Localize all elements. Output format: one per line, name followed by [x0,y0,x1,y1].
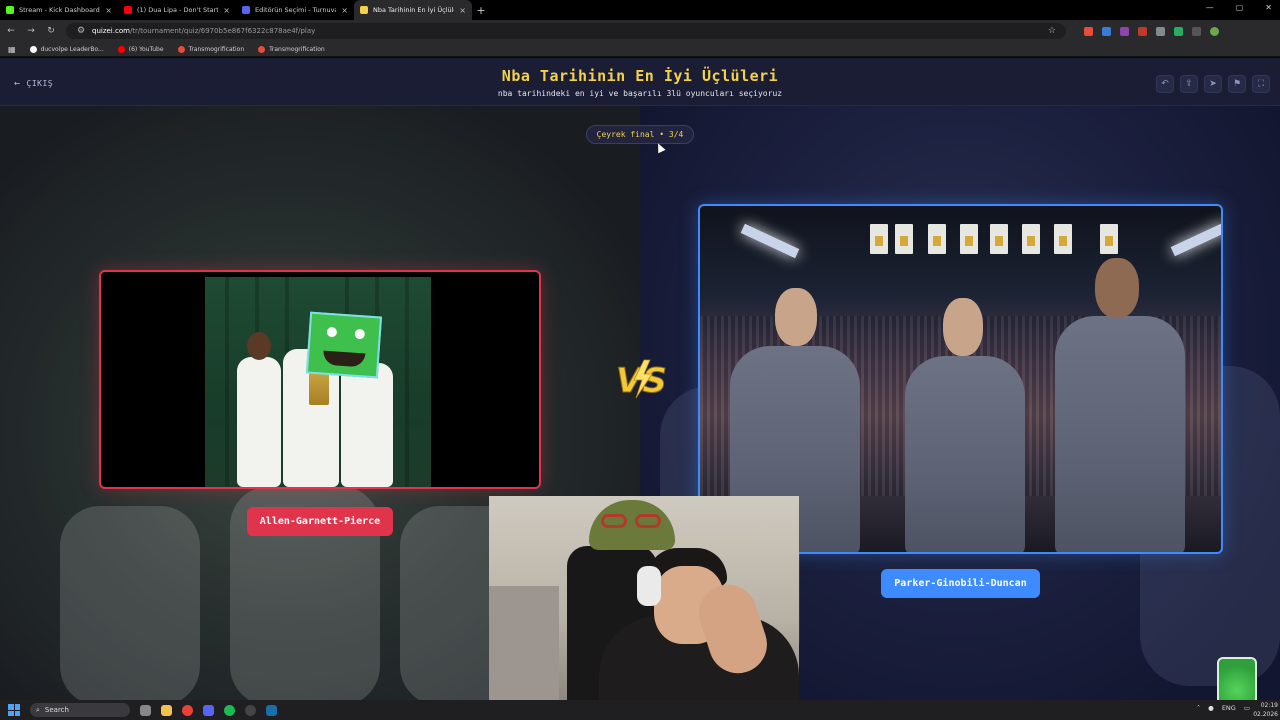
steam-icon[interactable] [266,704,277,716]
sticker-face-icon [305,311,383,379]
fullscreen-icon[interactable]: ⛶ [1252,75,1270,93]
obs-icon[interactable] [245,704,256,716]
close-tab-icon[interactable]: × [223,6,230,15]
webcam-overlay [489,496,799,700]
browser-tab[interactable]: (1) Dua Lipa - Don't Start N × [118,0,236,20]
headset-icon [637,566,661,606]
tab-title: Stream - Kick Dashboard [19,6,100,14]
taskbar-clock[interactable]: 02:19 02.2026 [1253,701,1278,719]
bookmark-icon [29,45,37,53]
window-controls: — ▢ ✕ [1206,3,1272,12]
close-tab-icon[interactable]: × [459,6,466,15]
maximize-icon[interactable]: ▢ [1236,3,1244,12]
chrome-icon[interactable] [182,704,193,716]
url-path: /tr/tournament/quiz/6970b5e867f6322c878a… [129,27,316,35]
browser-tab-bar: Stream - Kick Dashboard × (1) Dua Lipa -… [0,0,1280,20]
extension-icon[interactable] [1084,26,1093,36]
page-subtitle: nba tarihindeki en iyi ve başarılı 3lü o… [497,89,783,98]
spotify-icon[interactable] [224,704,235,716]
flag-icon[interactable]: ⚑ [1228,75,1246,93]
bookmarks-bar: ▦ ducvolpe LeaderBo... (6) YouTube Trans… [0,42,1280,57]
file-explorer-icon[interactable] [161,704,172,716]
url-input[interactable]: ⚙ quizei.com/tr/tournament/quiz/6970b5e8… [66,23,1066,39]
bookmark-star-icon[interactable]: ☆ [1048,26,1056,36]
site-info-icon[interactable]: ⚙ [76,26,86,36]
new-tab-button[interactable]: + [472,4,490,17]
system-tray: ˄ ● ENG ▭ [1197,704,1250,712]
apps-grid-icon[interactable]: ▦ [8,45,16,54]
bookmark-item[interactable]: (6) YouTube [117,45,164,53]
option-left-image [205,277,431,487]
tab-title: Editörün Seçimi - Turnuva - Qu [255,6,337,14]
quiz-icon [360,6,368,14]
taskbar-search[interactable]: ⌕ Search [30,703,130,717]
extension-icon[interactable] [1174,26,1183,36]
extension-icon[interactable] [1102,26,1111,36]
search-icon: ⌕ [36,705,40,714]
chevron-up-icon[interactable]: ˄ [1197,704,1200,712]
extensions [1084,26,1219,36]
header-tools: ↶ ⇪ ➤ ⚑ ⛶ [1156,75,1270,93]
discord-icon[interactable] [203,704,214,716]
forward-icon[interactable]: → [26,26,36,36]
quiz-icon [242,6,250,14]
url-domain: quizei.com [92,27,130,35]
close-tab-icon[interactable]: × [105,6,112,15]
extension-icon[interactable] [1120,26,1129,36]
option-right-button[interactable]: Parker-Ginobili-Duncan [881,569,1040,598]
tab-title: Nba Tarihinin En İyi Üçlüleri - T [373,6,454,14]
browser-tab[interactable]: Editörün Seçimi - Turnuva - Qu × [236,0,354,20]
bookmark-item[interactable]: Transmogrification [177,45,244,53]
close-tab-icon[interactable]: × [341,6,348,15]
clock-time: 02:19 [1260,702,1278,709]
extension-icon[interactable] [1138,26,1147,36]
tray-app-icon[interactable]: ● [1208,704,1214,712]
kick-icon [6,6,14,14]
language-indicator[interactable]: ENG [1222,704,1236,712]
browser-tab[interactable]: Stream - Kick Dashboard × [0,0,118,20]
undo-icon[interactable]: ↶ [1156,75,1174,93]
option-left-button[interactable]: Allen-Garnett-Pierce [247,507,393,536]
bookmark-icon [177,45,185,53]
taskbar: ⌕ Search ˄ ● ENG ▭ 02:19 02.2026 [0,700,1280,720]
address-bar: ← → ↻ ⚙ quizei.com/tr/tournament/quiz/69… [0,20,1280,42]
back-icon[interactable]: ← [6,26,16,36]
send-icon[interactable]: ➤ [1204,75,1222,93]
share-icon[interactable]: ⇪ [1180,75,1198,93]
frog-hat [589,500,675,550]
close-window-icon[interactable]: ✕ [1265,3,1272,12]
extensions-puzzle-icon[interactable] [1192,26,1201,36]
profile-avatar[interactable] [1210,26,1219,36]
search-label: Search [44,706,69,714]
reload-icon[interactable]: ↻ [46,26,56,36]
windows-start-icon[interactable] [8,704,20,716]
bookmark-item[interactable]: Transmogrification [258,45,325,53]
bookmark-item[interactable]: ducvolpe LeaderBo... [29,45,104,53]
versus-icon: VS [616,359,667,400]
browser-tab-active[interactable]: Nba Tarihinin En İyi Üçlüleri - T × [354,0,472,20]
extension-icon[interactable] [1156,26,1165,36]
network-icon[interactable]: ▭ [1244,704,1250,712]
task-view-icon[interactable] [140,704,151,716]
bookmark-icon [258,45,266,53]
tab-title: (1) Dua Lipa - Don't Start N [137,6,219,14]
youtube-icon [117,45,125,53]
page-title: Nba Tarihinin En İyi Üçlüleri [501,67,779,85]
quiz-page: ← ÇIKIŞ Nba Tarihinin En İyi Üçlüleri nb… [0,58,1280,700]
clock-date: 02.2026 [1253,711,1278,718]
round-badge: Çeyrek final • 3/4 [586,125,694,144]
minimize-icon[interactable]: — [1206,3,1214,12]
youtube-icon [124,6,132,14]
option-left-card[interactable] [99,270,541,489]
quiz-header: ← ÇIKIŞ Nba Tarihinin En İyi Üçlüleri nb… [0,58,1280,106]
